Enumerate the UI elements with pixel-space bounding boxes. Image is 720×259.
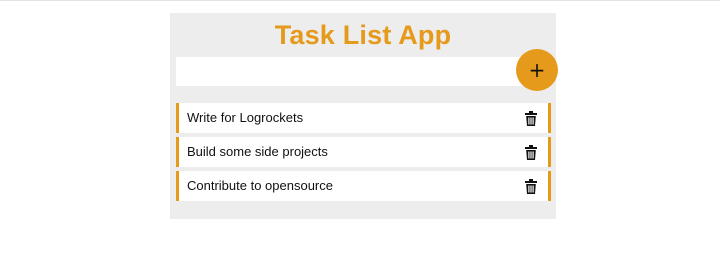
task-text: Write for Logrockets <box>187 110 304 125</box>
delete-task-button[interactable] <box>524 111 538 126</box>
delete-task-button[interactable] <box>524 179 538 194</box>
task-item: Build some side projects <box>176 137 551 167</box>
task-list-app: Task List App + Write for Logrockets Bui… <box>170 13 558 219</box>
task-item: Write for Logrockets <box>176 103 551 133</box>
app-title: Task List App <box>274 20 452 50</box>
task-item: Contribute to opensource <box>176 171 551 201</box>
task-text: Build some side projects <box>187 144 328 159</box>
new-task-input[interactable] <box>176 57 528 86</box>
trash-icon <box>525 111 537 126</box>
trash-icon <box>525 145 537 160</box>
delete-task-button[interactable] <box>524 145 538 160</box>
trash-icon <box>525 179 537 194</box>
task-list: Write for Logrockets Build some side pro… <box>176 103 551 205</box>
page-top-divider <box>0 0 720 1</box>
task-text: Contribute to opensource <box>187 178 333 193</box>
add-task-button[interactable]: + <box>516 49 558 91</box>
